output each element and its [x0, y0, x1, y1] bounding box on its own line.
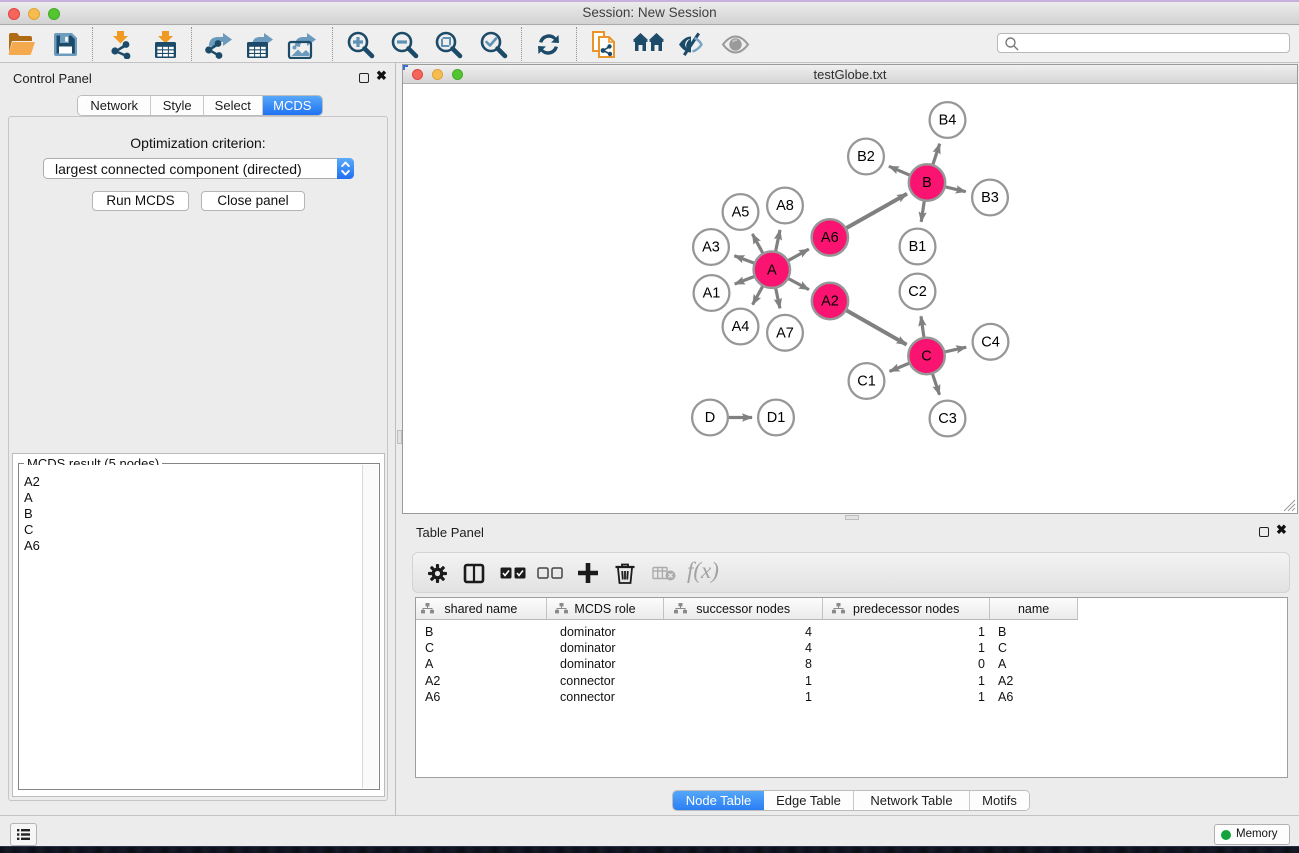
- svg-text:C4: C4: [981, 335, 1000, 351]
- svg-text:A3: A3: [702, 240, 720, 256]
- svg-text:B4: B4: [939, 113, 957, 129]
- svg-text:C: C: [921, 349, 931, 365]
- svg-text:A1: A1: [703, 286, 721, 302]
- svg-text:C3: C3: [938, 411, 957, 427]
- svg-text:A7: A7: [776, 326, 794, 342]
- svg-text:D1: D1: [767, 410, 786, 426]
- svg-text:A: A: [767, 262, 777, 278]
- svg-text:B: B: [922, 175, 932, 191]
- svg-text:A2: A2: [821, 294, 839, 310]
- svg-text:A4: A4: [732, 319, 750, 335]
- svg-text:C2: C2: [908, 284, 927, 300]
- svg-text:B2: B2: [857, 149, 875, 165]
- svg-text:A5: A5: [732, 205, 750, 221]
- svg-text:A8: A8: [776, 198, 794, 214]
- svg-text:D: D: [705, 410, 715, 426]
- svg-text:B3: B3: [981, 190, 999, 206]
- svg-text:B1: B1: [909, 239, 927, 255]
- svg-text:C1: C1: [857, 374, 876, 390]
- svg-text:A6: A6: [821, 230, 839, 246]
